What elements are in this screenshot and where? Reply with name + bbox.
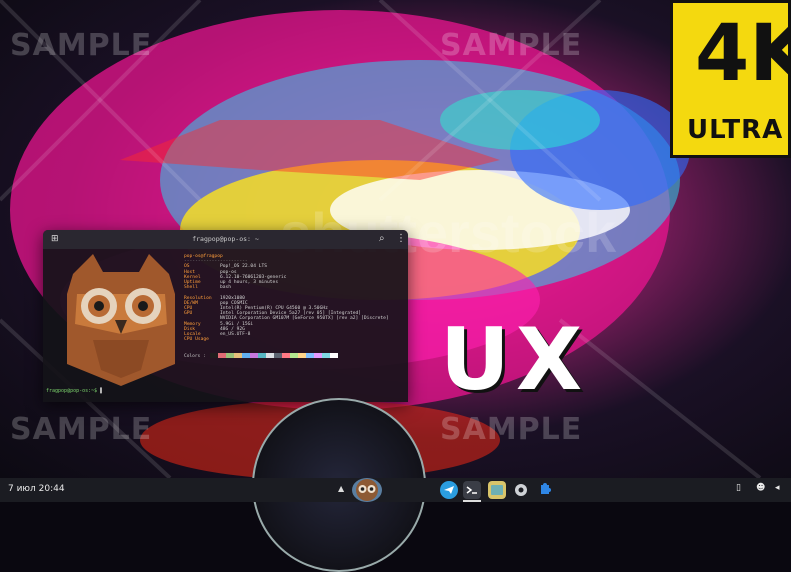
4k-badge: 4K ULTRA (670, 0, 791, 158)
color-swatch (257, 353, 266, 358)
terminal-window[interactable]: ⊞ fragpop@pop-os: ~ ⌕ ⋮ pop-os@fragpop -… (43, 230, 408, 402)
terminal-app-icon[interactable] (463, 481, 481, 499)
watermark: SAMPLE (10, 28, 153, 63)
pointer-icon: ▲ (338, 484, 345, 493)
watermark: SAMPLE (440, 412, 583, 447)
extensions-icon[interactable] (536, 481, 554, 499)
color-swatch (249, 353, 258, 358)
badge-sub: ULTRA (687, 115, 784, 145)
wallpaper-brand-text: UX (440, 310, 589, 410)
color-swatch (281, 353, 290, 358)
color-swatch (273, 353, 282, 358)
color-swatch (241, 353, 250, 358)
color-swatches (209, 353, 338, 360)
files-icon[interactable] (488, 481, 506, 499)
taskbar: 7 июл 20:44 ▲ ▯ ☻ ◂ (0, 478, 791, 502)
color-swatch (217, 353, 226, 358)
info-row: CPU Usage (184, 337, 209, 343)
settings-icon[interactable] (512, 481, 530, 499)
watermark: SAMPLE (10, 412, 153, 447)
cursor-icon: ▌ (97, 388, 104, 394)
color-swatch (209, 353, 218, 358)
color-swatch (305, 353, 314, 358)
clock[interactable]: 7 июл 20:44 (8, 484, 65, 494)
color-swatch (289, 353, 298, 358)
user-icon[interactable]: ☻ (756, 483, 765, 493)
badge-main: 4K (695, 9, 791, 99)
shell-prompt[interactable]: fragpop@pop-os:~$ ▌ (46, 388, 103, 394)
color-swatch (233, 353, 242, 358)
telegram-icon[interactable] (440, 481, 458, 499)
color-swatch (313, 353, 322, 358)
color-swatch (329, 353, 338, 358)
search-icon[interactable]: ⌕ (379, 233, 385, 244)
color-swatch (297, 353, 306, 358)
owl-app-icon[interactable] (352, 478, 382, 502)
color-swatch (225, 353, 234, 358)
notifications-icon[interactable]: ◂ (775, 483, 780, 493)
owl-logo (67, 254, 175, 386)
system-info: pop-os@fragpop ----------------------- O… (184, 254, 389, 342)
color-swatch (321, 353, 330, 358)
display-icon[interactable]: ▯ (736, 483, 741, 493)
terminal-title: fragpop@pop-os: ~ (192, 235, 259, 243)
terminal-titlebar[interactable]: ⊞ fragpop@pop-os: ~ ⌕ ⋮ (43, 230, 408, 249)
color-swatch (265, 353, 274, 358)
colors-label: Colors : (184, 354, 206, 359)
menu-icon[interactable]: ⋮ (396, 233, 406, 244)
watermark: SAMPLE (440, 28, 583, 63)
color-palette: Colors : (184, 353, 338, 360)
prompt-text: fragpop@pop-os:~$ (46, 388, 98, 394)
